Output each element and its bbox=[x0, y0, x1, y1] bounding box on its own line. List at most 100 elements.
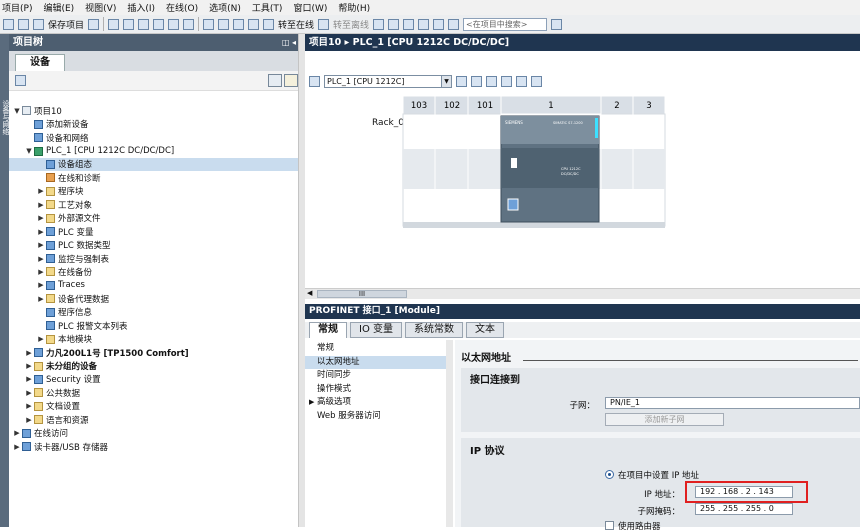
tree-item[interactable]: ▶ 程序块 bbox=[9, 185, 303, 198]
menu-tools[interactable]: 工具(T) bbox=[252, 1, 283, 14]
go-online-button[interactable]: 转至在线 bbox=[278, 18, 314, 31]
nav-ethernet-address[interactable]: 以太网地址 bbox=[305, 355, 447, 369]
tree-item[interactable]: ▶ 工艺对象 bbox=[9, 198, 303, 211]
device-settings-icon[interactable] bbox=[456, 75, 467, 87]
print-icon[interactable] bbox=[88, 18, 100, 30]
cpu-module[interactable]: SIEMENS SIMATIC S7-1200 CPU 1212C DC/DC/… bbox=[500, 115, 600, 223]
chevron-right-icon[interactable]: ▶ bbox=[25, 375, 33, 383]
tab-system-constants[interactable]: 系统常数 bbox=[405, 322, 463, 338]
chevron-right-icon[interactable]: ▶ bbox=[37, 335, 45, 343]
nav-web-server-access[interactable]: Web 服务器访问 bbox=[305, 410, 447, 424]
search-icon[interactable] bbox=[551, 18, 563, 30]
profinet-port-icon[interactable] bbox=[507, 198, 519, 211]
tree-item[interactable]: ▶ 文档设置 bbox=[9, 400, 303, 413]
use-router-checkbox[interactable] bbox=[605, 521, 614, 530]
chevron-down-icon[interactable]: ▼ bbox=[25, 147, 33, 155]
cross-reference-icon[interactable] bbox=[418, 18, 430, 30]
add-subnet-button[interactable]: 添加新子网 bbox=[605, 413, 724, 426]
tab-texts[interactable]: 文本 bbox=[466, 322, 504, 338]
nav-general[interactable]: 常规 bbox=[305, 342, 447, 356]
delete-icon[interactable] bbox=[153, 18, 165, 30]
show-overview-icon[interactable] bbox=[471, 75, 482, 87]
menu-edit[interactable]: 编辑(E) bbox=[43, 1, 74, 14]
edit-pen-icon[interactable] bbox=[486, 75, 497, 87]
tree-item[interactable]: ▶ 在线访问 bbox=[9, 427, 303, 440]
tree-item[interactable]: PLC 报警文本列表 bbox=[9, 319, 303, 332]
download-icon[interactable] bbox=[218, 18, 230, 30]
split-horizontal-icon[interactable] bbox=[433, 18, 445, 30]
chevron-right-icon[interactable]: ▶ bbox=[25, 362, 33, 370]
copy-icon[interactable] bbox=[123, 18, 135, 30]
cut-icon[interactable] bbox=[108, 18, 120, 30]
tree-item[interactable]: ▶ 未分组的设备 bbox=[9, 359, 303, 372]
table-icon[interactable] bbox=[516, 75, 527, 87]
nav-operating-mode[interactable]: 操作模式 bbox=[305, 383, 447, 397]
go-offline-icon[interactable] bbox=[318, 18, 330, 30]
overview-icon[interactable] bbox=[268, 74, 282, 87]
chevron-right-icon[interactable]: ▶ bbox=[37, 228, 45, 236]
compile-icon[interactable] bbox=[203, 18, 215, 30]
tree-scrollbar[interactable] bbox=[298, 34, 305, 527]
tree-item[interactable]: ▶ 力凡200L1号 [TP1500 Comfort] bbox=[9, 346, 303, 359]
tree-item[interactable]: 程序信息 bbox=[9, 306, 303, 319]
chevron-right-icon[interactable]: ▶ bbox=[13, 443, 21, 451]
network-view-icon[interactable] bbox=[309, 75, 320, 87]
chevron-right-icon[interactable]: ▶ bbox=[25, 416, 33, 424]
tree-item[interactable]: 设备和网络 bbox=[9, 131, 303, 144]
sync-icon[interactable] bbox=[284, 74, 298, 87]
tree-item[interactable]: ▶ 设备代理数据 bbox=[9, 292, 303, 305]
grid-icon[interactable] bbox=[501, 75, 512, 87]
paste-icon[interactable] bbox=[138, 18, 150, 30]
menu-help[interactable]: 帮助(H) bbox=[338, 1, 370, 14]
canvas-scrollbar[interactable]: ◀ III bbox=[305, 288, 860, 299]
zoom-icon[interactable] bbox=[531, 75, 542, 87]
open-project-icon[interactable] bbox=[18, 18, 29, 30]
redo-icon[interactable] bbox=[183, 18, 195, 30]
chevron-right-icon[interactable]: ▶ bbox=[37, 268, 45, 276]
tree-item[interactable]: 添加新设备 bbox=[9, 117, 303, 130]
tab-io-tags[interactable]: IO 变量 bbox=[350, 322, 402, 338]
device-selector[interactable]: PLC_1 [CPU 1212C] ▼ bbox=[324, 74, 452, 88]
scroll-left-icon[interactable]: ◀ bbox=[307, 289, 312, 297]
tree-item[interactable]: ▶ 公共数据 bbox=[9, 386, 303, 399]
chevron-right-icon[interactable]: ▶ bbox=[37, 295, 45, 303]
chevron-right-icon[interactable]: ▶ bbox=[37, 201, 45, 209]
chevron-right-icon[interactable]: ▶ bbox=[37, 255, 45, 263]
tree-new-icon[interactable] bbox=[15, 75, 26, 86]
split-vertical-icon[interactable] bbox=[448, 18, 460, 30]
menu-project[interactable]: 项目(P) bbox=[2, 1, 32, 14]
go-offline-button[interactable]: 转至离线 bbox=[333, 18, 369, 31]
chevron-right-icon[interactable]: ▶ bbox=[25, 389, 33, 397]
tab-devices[interactable]: 设备 bbox=[15, 54, 65, 71]
new-project-icon[interactable] bbox=[3, 18, 14, 30]
chevron-down-icon[interactable]: ▼ bbox=[13, 107, 21, 115]
start-cpu-icon[interactable] bbox=[388, 18, 400, 30]
save-project-button[interactable]: 保存项目 bbox=[48, 18, 84, 31]
stop-cpu-icon[interactable] bbox=[403, 18, 415, 30]
chevron-right-icon[interactable]: ▶ bbox=[13, 429, 21, 437]
menu-options[interactable]: 选项(N) bbox=[209, 1, 241, 14]
tree-item[interactable]: ▶ PLC 数据类型 bbox=[9, 238, 303, 251]
simulation-icon[interactable] bbox=[248, 18, 260, 30]
tree-item[interactable]: ▶ 读卡器/USB 存储器 bbox=[9, 440, 303, 453]
subnet-select[interactable]: PN/IE_1 bbox=[605, 397, 860, 409]
search-project-input[interactable]: <在项目中搜索> bbox=[463, 17, 548, 31]
save-icon[interactable] bbox=[33, 18, 44, 30]
tree-item[interactable]: 设备组态 bbox=[9, 157, 303, 172]
tree-item[interactable]: ▶ 本地模块 bbox=[9, 332, 303, 345]
inspector-nav-scrollbar[interactable] bbox=[446, 340, 453, 527]
tree-item[interactable]: ▶ PLC 变量 bbox=[9, 225, 303, 238]
collapse-tree-button[interactable]: ◫ ◂ bbox=[282, 34, 296, 51]
accessible-devices-icon[interactable] bbox=[373, 18, 385, 30]
scroll-thumb[interactable]: III bbox=[317, 290, 407, 298]
upload-icon[interactable] bbox=[233, 18, 245, 30]
tree-item[interactable]: ▶ 语言和资源 bbox=[9, 413, 303, 426]
chevron-right-icon[interactable]: ▶ bbox=[25, 402, 33, 410]
chevron-right-icon[interactable]: ▶ bbox=[25, 349, 33, 357]
menu-insert[interactable]: 插入(I) bbox=[127, 1, 155, 14]
menu-online[interactable]: 在线(O) bbox=[166, 1, 198, 14]
tree-item[interactable]: ▶ Security 设置 bbox=[9, 373, 303, 386]
tree-item[interactable]: 在线和诊断 bbox=[9, 171, 303, 184]
set-ip-in-project-radio[interactable] bbox=[605, 470, 614, 479]
go-online-icon[interactable] bbox=[263, 18, 275, 30]
